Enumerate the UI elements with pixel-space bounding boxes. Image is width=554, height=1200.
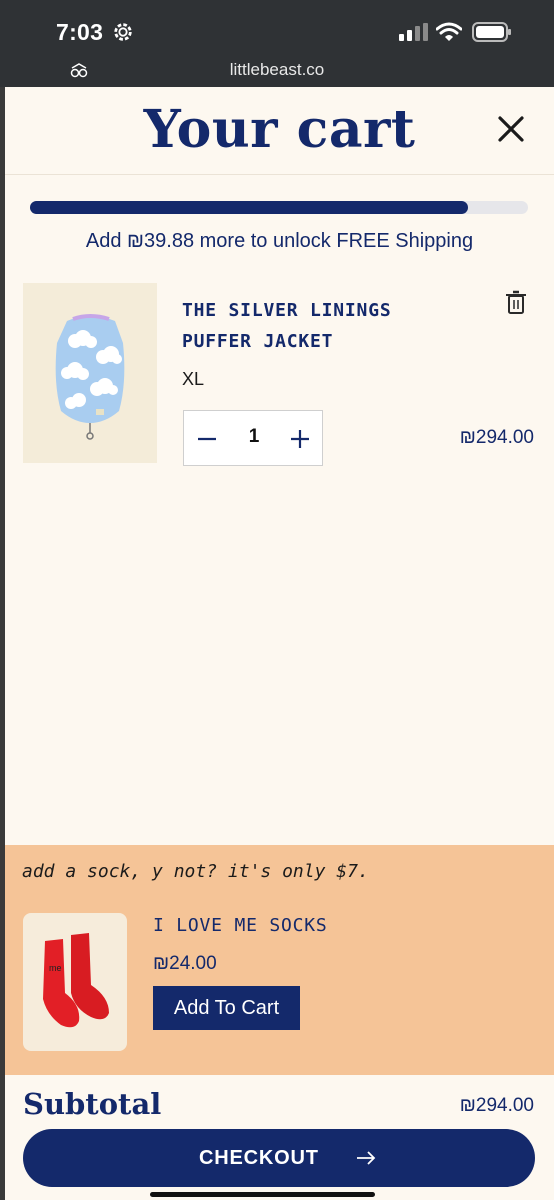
checkout-label: CHECKOUT [199, 1147, 319, 1169]
subtotal-label: Subtotal [23, 1087, 162, 1121]
quantity-stepper: 1 [183, 410, 323, 466]
wifi-icon [436, 22, 462, 41]
close-icon[interactable] [495, 113, 527, 145]
product-title-line-1: THE SILVER LININGS [182, 300, 392, 321]
product-image-socks[interactable]: me [23, 913, 127, 1051]
cellular-signal-icon [399, 23, 428, 41]
upsell-section: add a sock, y not? it's only $7. me I LO… [5, 845, 554, 1075]
cart-title: Your cart [143, 99, 416, 160]
svg-text:me: me [49, 963, 62, 973]
product-title-line-2: PUFFER JACKET [182, 331, 334, 352]
socks-illustration: me [43, 933, 109, 1028]
browser-chrome: 7:03 littlebeast.co [0, 0, 554, 87]
cart-header: Your cart [5, 87, 554, 175]
puffer-jacket-illustration [55, 314, 125, 440]
free-shipping-progress-fill [30, 201, 469, 214]
upsell-product-price: ₪24.00 [153, 953, 217, 974]
subtotal-value: ₪294.00 [459, 1095, 534, 1116]
product-image-puffer-jacket[interactable] [23, 283, 157, 463]
upsell-product-name[interactable]: I LOVE ME SOCKS [153, 915, 328, 936]
plus-icon[interactable] [289, 428, 311, 450]
free-shipping-message: Add ₪39.88 more to unlock FREE Shipping [85, 230, 474, 252]
free-shipping-progress-bar [30, 201, 528, 214]
address-bar-url[interactable]: littlebeast.co [0, 60, 554, 80]
status-time: 7:03 [56, 19, 104, 45]
arrow-right-icon [357, 1151, 376, 1165]
trash-icon[interactable] [505, 290, 527, 314]
line-item-price: ₪294.00 [459, 427, 534, 448]
battery-icon [472, 22, 511, 42]
upsell-message: add a sock, y not? it's only $7. [22, 861, 369, 882]
quantity-value[interactable]: 1 [232, 426, 276, 448]
gear-icon [114, 23, 132, 41]
home-indicator [150, 1192, 375, 1197]
checkout-button[interactable]: CHECKOUT [23, 1129, 535, 1187]
product-variant: XL [182, 369, 205, 389]
cart-drawer: Your cart Add ₪39.88 more to unlock FREE… [5, 87, 554, 1200]
add-to-cart-button[interactable]: Add To Cart [153, 986, 300, 1030]
product-title[interactable]: THE SILVER LININGS PUFFER JACKET [182, 295, 472, 357]
minus-icon[interactable] [196, 428, 218, 450]
